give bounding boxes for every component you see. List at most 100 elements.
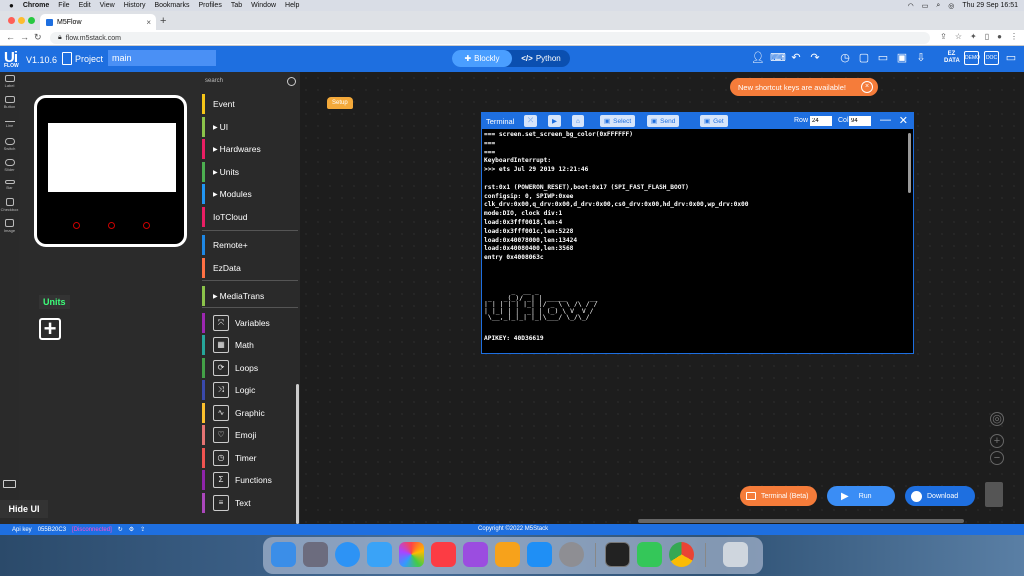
run-button[interactable]: ▶ Run — [827, 486, 895, 506]
workspace-scrollbar[interactable] — [638, 519, 964, 523]
extensions-icon[interactable]: ✦ — [970, 32, 977, 41]
open-folder-icon[interactable]: ▭ — [876, 50, 890, 66]
terminal-disconnect-icon[interactable]: ⤫ — [524, 115, 538, 127]
timer-icon[interactable]: ◷ — [838, 50, 852, 66]
category-iotcloud[interactable]: IoTCloud — [202, 207, 296, 227]
category-modules[interactable]: ▶ Modules — [202, 184, 296, 204]
save-icon[interactable]: ▣ — [895, 50, 909, 66]
refresh-icon[interactable]: ↻ — [118, 526, 123, 533]
row-input[interactable] — [810, 116, 832, 126]
minimize-terminal-icon[interactable]: — — [880, 114, 891, 126]
menu-tab[interactable]: Tab — [231, 2, 242, 9]
sidebar-icon[interactable]: ▯ — [985, 32, 989, 41]
minimize-window-icon[interactable] — [18, 17, 25, 24]
menu-app-name[interactable]: Chrome — [23, 2, 49, 9]
forward-icon[interactable]: → — [20, 32, 29, 42]
terminal-play-icon[interactable]: ▶ — [548, 115, 561, 127]
category-ui[interactable]: ▶ UI — [202, 117, 296, 137]
podcasts-icon[interactable] — [463, 542, 488, 567]
upload-icon[interactable]: ⇪ — [140, 526, 145, 533]
api-key-value[interactable]: 055B20C3 — [38, 527, 66, 533]
download-button[interactable]: Download — [905, 486, 975, 506]
zoom-out-icon[interactable]: − — [990, 451, 1004, 465]
menu-help[interactable]: Help — [285, 2, 299, 9]
category-units[interactable]: ▶ Units — [202, 162, 296, 182]
recenter-icon[interactable]: ◎ — [990, 412, 1004, 426]
launchpad-icon[interactable] — [303, 542, 328, 567]
palette-scrollbar[interactable] — [296, 384, 299, 524]
bookmark-star-icon[interactable]: ☆ — [955, 32, 962, 41]
search-icon[interactable] — [287, 77, 296, 86]
mail-icon[interactable] — [367, 542, 392, 567]
feedback-icon[interactable]: ▭ — [1004, 50, 1018, 66]
safari-icon[interactable] — [335, 542, 360, 567]
category-math[interactable]: ▦ Math — [202, 335, 296, 355]
pages-icon[interactable] — [495, 542, 520, 567]
new-file-icon[interactable]: ▢ — [857, 50, 871, 66]
tool-bar[interactable]: Bar — [0, 180, 19, 190]
file-name-input[interactable] — [108, 50, 216, 66]
browser-tab[interactable]: M5Flow × — [40, 14, 156, 30]
hide-ui-button[interactable]: Hide UI — [0, 500, 48, 518]
app-store-icon[interactable] — [527, 542, 552, 567]
menu-profiles[interactable]: Profiles — [198, 2, 221, 9]
menu-bookmarks[interactable]: Bookmarks — [154, 2, 189, 9]
facetime-icon[interactable] — [637, 542, 662, 567]
category-loops[interactable]: ⟳ Loops — [202, 358, 296, 378]
ezdata-icon[interactable]: EZ DATA — [944, 51, 960, 65]
project-button[interactable]: Project — [62, 52, 103, 65]
device-screen[interactable] — [48, 123, 176, 192]
menu-file[interactable]: File — [58, 2, 69, 9]
category-event[interactable]: Event — [202, 94, 296, 114]
address-bar[interactable]: 🔒︎ flow.m5stack.com — [50, 32, 930, 44]
keyboard-icon[interactable] — [3, 480, 16, 488]
tool-switch[interactable]: Switch — [0, 138, 19, 151]
tool-checkbox[interactable]: Checkbox — [0, 198, 19, 212]
category-ezdata[interactable]: EzData — [202, 258, 296, 278]
col-input[interactable] — [849, 116, 871, 126]
chrome-icon[interactable] — [669, 542, 694, 567]
category-text[interactable]: ≡ Text — [202, 493, 296, 513]
download-icon[interactable]: ⇩ — [914, 50, 928, 66]
tool-button[interactable]: Button — [0, 96, 19, 109]
blockly-mode-button[interactable]: ✚ Blockly — [452, 50, 512, 67]
category-logic[interactable]: ⤨ Logic — [202, 380, 296, 400]
close-window-icon[interactable] — [8, 17, 15, 24]
finder-icon[interactable] — [271, 542, 296, 567]
photos-icon[interactable] — [399, 542, 424, 567]
maximize-window-icon[interactable] — [28, 17, 35, 24]
tool-label[interactable]: Label — [0, 75, 19, 88]
reload-icon[interactable]: ↻ — [34, 32, 42, 43]
close-terminal-icon[interactable]: ✕ — [899, 114, 908, 127]
trash-dock-icon[interactable] — [723, 542, 748, 567]
terminal-scrollbar[interactable] — [908, 133, 911, 193]
tool-image[interactable]: Image — [0, 219, 19, 233]
category-functions[interactable]: Σ Functions — [202, 470, 296, 490]
docs-icon[interactable]: DOC — [984, 51, 999, 65]
zoom-in-icon[interactable]: + — [990, 434, 1004, 448]
music-icon[interactable] — [431, 542, 456, 567]
category-remote-[interactable]: Remote+ — [202, 235, 296, 255]
terminal-select-button[interactable]: ▣ Select — [600, 115, 636, 127]
new-tab-button[interactable]: + — [160, 15, 166, 27]
share-icon[interactable]: ⇪ — [940, 32, 947, 41]
control-center-icon[interactable]: ◎ — [948, 2, 954, 10]
tool-slider[interactable]: Slider — [0, 159, 19, 172]
category-hardwares[interactable]: ▶ Hardwares — [202, 139, 296, 159]
menu-edit[interactable]: Edit — [79, 2, 91, 9]
keyboard-icon[interactable]: ⌨ — [770, 50, 786, 66]
category-graphic[interactable]: ∿ Graphic — [202, 403, 296, 423]
menu-view[interactable]: View — [100, 2, 115, 9]
terminal-app-icon[interactable] — [605, 542, 630, 567]
terminal-clear-icon[interactable]: ⌂ — [572, 115, 584, 127]
device-button-c[interactable] — [143, 222, 150, 229]
setup-block[interactable]: Setup — [327, 97, 353, 109]
menu-window[interactable]: Window — [251, 2, 276, 9]
system-preferences-icon[interactable] — [559, 542, 584, 567]
terminal-beta-button[interactable]: Terminal (Beta) — [740, 486, 817, 506]
menu-history[interactable]: History — [124, 2, 146, 9]
close-notice-icon[interactable]: × — [861, 81, 873, 93]
category-variables[interactable]: ⤧ Variables — [202, 313, 296, 333]
battery-icon[interactable]: ▭ — [922, 2, 929, 10]
menubar-clock[interactable]: Thu 29 Sep 16:51 — [962, 2, 1018, 9]
